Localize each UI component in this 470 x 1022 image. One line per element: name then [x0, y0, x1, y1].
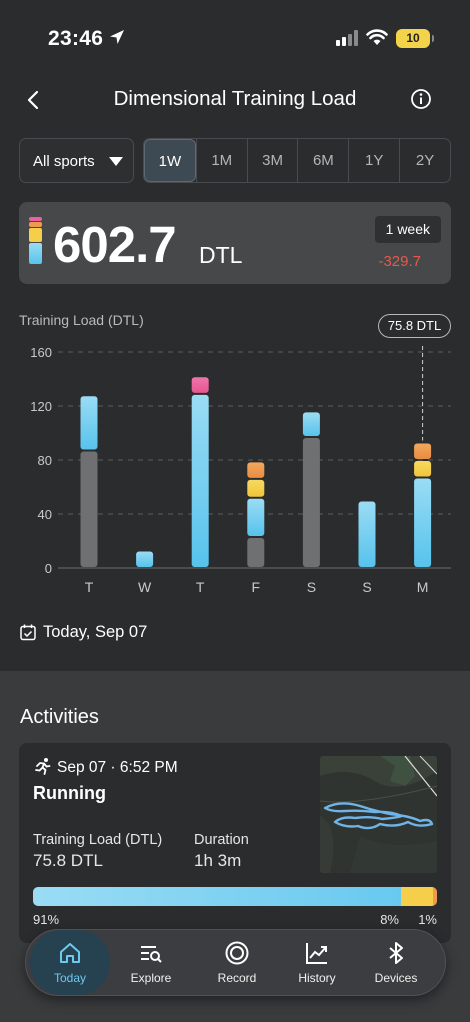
legend-blue: [29, 243, 42, 264]
distribution-label-orange: 1%: [418, 912, 437, 927]
bar-segment-orange: [247, 462, 265, 478]
bluetooth-icon: [389, 942, 403, 964]
status-time: 23:46: [48, 27, 104, 50]
period-1m[interactable]: 1M: [195, 139, 247, 182]
x-tick-label: S: [307, 579, 316, 595]
x-tick-label: F: [252, 579, 261, 595]
y-tick-label: 120: [30, 399, 52, 414]
load-value: 75.8 DTL: [33, 851, 103, 870]
x-tick-label: W: [138, 579, 152, 595]
nav-label: Record: [217, 971, 257, 985]
explore-search-icon: [141, 946, 162, 963]
nav-label: Today: [53, 971, 87, 985]
bar-segment-yellow: [414, 461, 432, 477]
status-bar: 23:46 10: [0, 0, 470, 70]
running-icon: [35, 758, 51, 775]
period-2y[interactable]: 2Y: [399, 139, 450, 182]
x-tick-label: T: [196, 579, 205, 595]
legend-yellow: [29, 228, 42, 242]
history-chart-icon: [306, 943, 327, 964]
bar-segment-pink: [191, 377, 209, 393]
x-tick-label: S: [362, 579, 371, 595]
summary-card: 602.7 DTL 1 week -329.7: [19, 202, 451, 284]
load-color-legend: [29, 217, 42, 265]
route-map-image: [320, 756, 437, 873]
nav-record[interactable]: Record: [197, 930, 277, 995]
route-map-thumbnail: [320, 756, 437, 873]
nav-today[interactable]: Today: [30, 930, 110, 995]
bar-segment-blue: [302, 412, 320, 437]
nav-history[interactable]: History: [277, 930, 357, 995]
activity-datetime: Sep 07 · 6:52 PM: [57, 759, 178, 776]
sport-dropdown[interactable]: All sports: [19, 138, 134, 183]
distribution-segment-yellow: [400, 887, 433, 906]
distribution-label-yellow: 8%: [380, 912, 399, 927]
y-tick-label: 80: [38, 453, 52, 468]
sport-dropdown-value: All sports: [33, 153, 95, 170]
bar-segment-gray: [247, 537, 265, 567]
legend-orange: [29, 222, 42, 227]
period-3m[interactable]: 3M: [246, 139, 298, 182]
record-icon: [225, 941, 249, 965]
load-distribution-bar: [33, 887, 437, 906]
nav-devices[interactable]: Devices: [356, 930, 436, 995]
load-label: Training Load (DTL): [33, 832, 163, 848]
range-badge: 1 week: [374, 216, 441, 243]
header: Dimensional Training Load: [0, 82, 470, 118]
x-tick-label: T: [85, 579, 94, 595]
bottom-nav: Today Explore Record History Devices: [25, 929, 446, 996]
battery-indicator: 10: [396, 29, 434, 48]
load-distribution-labels: 91% 8% 1%: [33, 912, 437, 928]
period-6m[interactable]: 6M: [297, 139, 348, 182]
wifi-icon: [366, 29, 388, 45]
period-1w[interactable]: 1W: [144, 139, 196, 182]
bar-segment-blue: [191, 394, 209, 567]
nav-label: Devices: [374, 971, 418, 985]
chart-svg: 160 120 80 40 0 T W T F S S M: [30, 345, 451, 595]
distribution-label-blue: 91%: [33, 912, 60, 927]
bar-segment-blue: [414, 478, 432, 567]
bar-segment-blue: [358, 501, 376, 567]
activity-card[interactable]: Sep 07 · 6:52 PM Running Training Load (…: [19, 743, 451, 943]
bar-segment-gray: [80, 451, 98, 567]
bar-segment-orange: [414, 443, 432, 459]
home-icon: [60, 943, 80, 963]
calendar-check-icon: [20, 624, 36, 641]
y-tick-label: 160: [30, 345, 52, 360]
bar-segment-blue: [247, 498, 265, 536]
activity-name: Running: [33, 783, 106, 803]
nav-explore[interactable]: Explore: [111, 930, 191, 995]
bar-segment-blue: [136, 551, 154, 567]
page-title: Dimensional Training Load: [113, 87, 357, 110]
period-1y[interactable]: 1Y: [348, 139, 399, 182]
training-load-chart: Training Load (DTL) 75.8 DTL 160 120 80 40 0…: [0, 300, 470, 610]
bar-segment-yellow: [247, 479, 265, 497]
delta-value: -329.7: [378, 253, 421, 270]
nav-label: History: [298, 971, 336, 985]
distribution-segment-orange: [432, 887, 437, 906]
location-arrow-icon: [110, 30, 124, 44]
nav-label: Explore: [130, 971, 172, 985]
distribution-segment-blue: [33, 887, 401, 906]
y-tick-label: 40: [38, 507, 52, 522]
x-tick-label: M: [417, 579, 429, 595]
caret-down-icon: [109, 157, 123, 166]
summary-unit: DTL: [199, 242, 243, 268]
bar-segment-blue: [80, 396, 98, 450]
activities-heading: Activities: [20, 706, 99, 728]
duration-label: Duration: [194, 832, 249, 848]
legend-pink: [29, 217, 42, 221]
duration-value: 1h 3m: [194, 851, 242, 870]
bar-segment-gray: [302, 438, 320, 567]
info-icon[interactable]: [410, 88, 432, 110]
cellular-signal-icon: [336, 30, 358, 46]
summary-value: 602.7: [53, 216, 177, 273]
y-tick-label: 0: [45, 561, 52, 576]
selected-date: Today, Sep 07: [43, 623, 148, 641]
period-segmented-control: 1W 1M 3M 6M 1Y 2Y: [143, 138, 451, 183]
